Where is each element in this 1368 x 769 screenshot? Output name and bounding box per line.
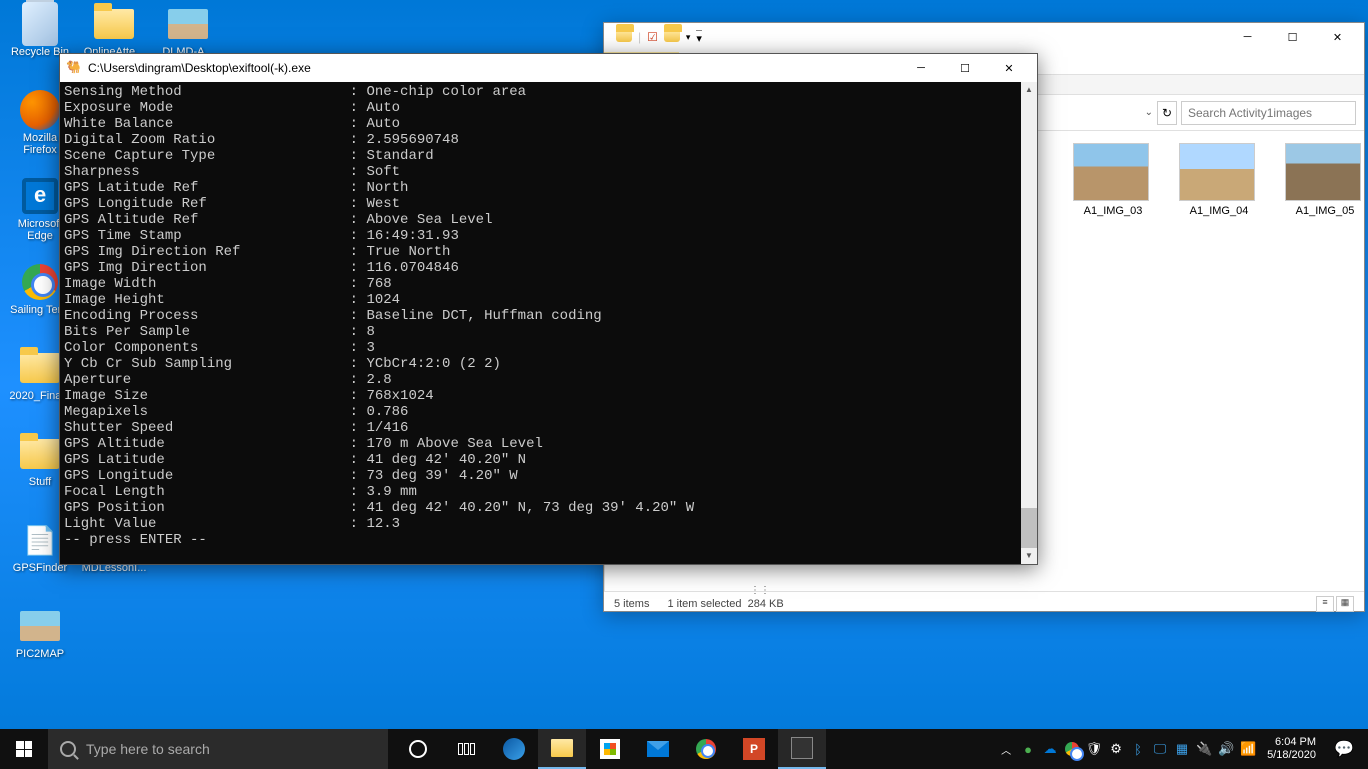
tray-overflow-icon[interactable]: ︿ <box>995 729 1017 769</box>
cortana-icon <box>409 740 427 758</box>
thumbnail-icon <box>1285 143 1361 201</box>
action-center-button[interactable]: 💬 <box>1324 739 1364 759</box>
maximize-button[interactable]: ☐ <box>943 55 987 81</box>
tray-security-icon[interactable]: 🛡 <box>1083 729 1105 769</box>
taskbar-edge[interactable] <box>490 729 538 769</box>
scrollbar[interactable]: ▲ ▼ <box>1021 82 1037 564</box>
view-details-icon[interactable]: ≡ <box>1316 596 1334 612</box>
taskbar-console[interactable] <box>778 729 826 769</box>
console-output[interactable]: Sensing Method : One-chip color area Exp… <box>60 82 1037 550</box>
taskbar-store[interactable] <box>586 729 634 769</box>
tray-display-icon[interactable]: 🖵 <box>1149 729 1171 769</box>
thumbnail-icon <box>1179 143 1255 201</box>
taskbar-explorer[interactable] <box>538 729 586 769</box>
explorer-titlebar[interactable]: | ☑ ▾ ▾ ─ ☐ ✕ <box>604 23 1364 51</box>
pic2map-shortcut[interactable]: PIC2MAP <box>6 606 74 660</box>
search-placeholder: Type here to search <box>86 741 210 757</box>
tray-settings-icon[interactable]: ⚙ <box>1105 729 1127 769</box>
windows-icon <box>16 741 32 757</box>
minimize-button[interactable]: ─ <box>1225 24 1270 50</box>
nav-resize-handle[interactable]: ⋮⋮ <box>750 585 762 597</box>
close-button[interactable]: ✕ <box>1315 24 1360 50</box>
taskbar-mail[interactable] <box>634 729 682 769</box>
mail-icon <box>647 741 669 757</box>
notification-icon: 💬 <box>1334 739 1354 759</box>
tray-chrome-icon[interactable] <box>1061 729 1083 769</box>
minimize-button[interactable]: ─ <box>899 55 943 81</box>
app-icon: 🐫 <box>66 60 82 76</box>
taskbar-powerpoint[interactable]: P <box>730 729 778 769</box>
taskbar: Type here to search P ︿ ● ☁ 🛡 ⚙ ᛒ 🖵 ▦ 🔌 … <box>0 729 1368 769</box>
task-view-button[interactable] <box>442 729 490 769</box>
explorer-status-bar: 5 items 1 item selected 284 KB ≡ ▦ <box>604 591 1364 615</box>
taskview-icon <box>458 743 475 755</box>
system-tray: ︿ ● ☁ 🛡 ⚙ ᛒ 🖵 ▦ 🔌 🔊 📶 6:04 PM5/18/2020 💬 <box>995 729 1368 769</box>
qat-separator: | <box>638 30 641 44</box>
maximize-button[interactable]: ☐ <box>1270 24 1315 50</box>
file-a1-img-04[interactable]: A1_IMG_04 <box>1179 143 1259 217</box>
store-icon <box>600 739 620 759</box>
folder-icon <box>616 30 632 45</box>
scroll-down-icon[interactable]: ▼ <box>1021 548 1037 564</box>
start-button[interactable] <box>0 729 48 769</box>
tray-bluetooth-icon[interactable]: ᛒ <box>1127 729 1149 769</box>
qat-folder-icon[interactable] <box>664 30 680 45</box>
console-title: C:\Users\dingram\Desktop\exiftool(-k).ex… <box>88 61 311 75</box>
file-a1-img-03[interactable]: A1_IMG_03 <box>1073 143 1153 217</box>
qat-overflow-icon[interactable]: ▾ <box>696 30 702 45</box>
console-icon <box>791 737 813 759</box>
edge-icon <box>503 738 525 760</box>
console-window: 🐫 C:\Users\dingram\Desktop\exiftool(-k).… <box>59 53 1038 565</box>
scroll-track[interactable] <box>1021 98 1037 548</box>
tray-power-icon[interactable]: 🔌 <box>1193 729 1215 769</box>
search-icon <box>60 741 76 757</box>
console-titlebar[interactable]: 🐫 C:\Users\dingram\Desktop\exiftool(-k).… <box>60 54 1037 82</box>
taskbar-search[interactable]: Type here to search <box>48 729 388 769</box>
view-thumbnails-icon[interactable]: ▦ <box>1336 596 1354 612</box>
taskbar-clock[interactable]: 6:04 PM5/18/2020 <box>1259 736 1324 762</box>
tray-wifi-icon[interactable]: 📶 <box>1237 729 1259 769</box>
chrome-icon <box>696 739 716 759</box>
qat-checkbox-icon[interactable]: ☑ <box>647 30 658 44</box>
status-item-count: 5 items <box>614 598 649 610</box>
qat-dropdown-icon[interactable]: ▾ <box>686 32 691 43</box>
powerpoint-icon: P <box>743 738 765 760</box>
cortana-button[interactable] <box>394 729 442 769</box>
address-dropdown-icon[interactable]: ⌄ <box>1145 107 1153 118</box>
tray-volume-icon[interactable]: 🔊 <box>1215 729 1237 769</box>
recycle-bin-icon[interactable]: Recycle Bin <box>6 4 74 58</box>
file-a1-img-05[interactable]: A1_IMG_05 <box>1285 143 1365 217</box>
folder-icon <box>551 739 573 757</box>
scroll-thumb[interactable] <box>1021 508 1037 548</box>
thumbnail-icon <box>1073 143 1149 201</box>
taskbar-chrome[interactable] <box>682 729 730 769</box>
search-input[interactable]: Search Activity1images <box>1181 101 1356 125</box>
image-dlmd[interactable]: DLMD-A... <box>154 4 222 58</box>
scroll-up-icon[interactable]: ▲ <box>1021 82 1037 98</box>
tray-app-icon[interactable]: ● <box>1017 729 1039 769</box>
refresh-button[interactable]: ↻ <box>1157 101 1177 125</box>
status-selected: 1 item selected 284 KB <box>667 598 783 610</box>
tray-gpu-icon[interactable]: ▦ <box>1171 729 1193 769</box>
close-button[interactable]: ✕ <box>987 55 1031 81</box>
tray-onedrive-icon[interactable]: ☁ <box>1039 729 1061 769</box>
folder-onlineatte[interactable]: OnlineAtte... <box>80 4 148 58</box>
